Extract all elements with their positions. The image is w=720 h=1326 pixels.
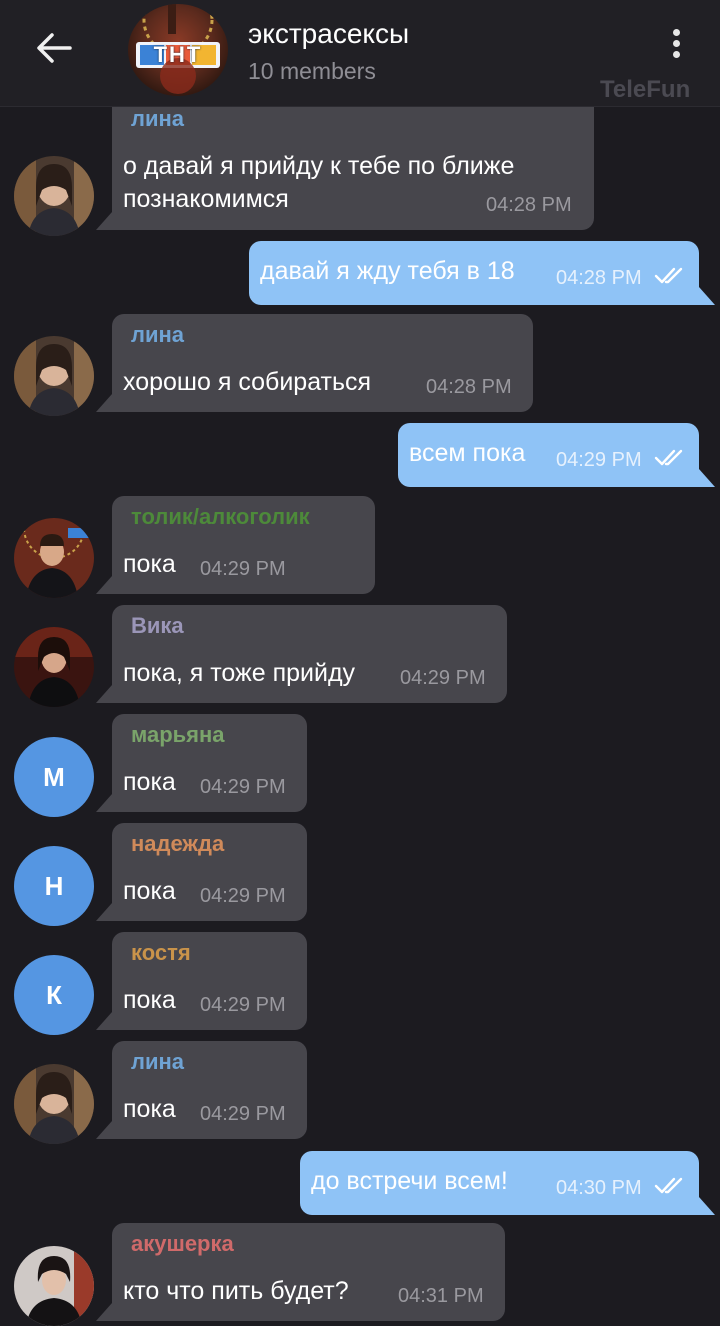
avatar-vika[interactable] <box>14 627 94 707</box>
message-bubble-incoming[interactable]: марьяна пока 04:29 PM <box>96 714 307 812</box>
more-options-icon[interactable] <box>664 26 688 66</box>
message-bubble-incoming[interactable]: толик/алкоголик пока 04:29 PM <box>96 496 375 594</box>
avatar-maryana[interactable]: М <box>14 737 94 817</box>
sender-name[interactable]: лина <box>131 1049 184 1075</box>
group-avatar[interactable]: ТНТ <box>128 4 228 96</box>
read-checkmark-icon <box>654 267 683 284</box>
message-text: пока <box>123 986 176 1014</box>
message-text: до встречи всем! <box>311 1167 508 1195</box>
sender-name[interactable]: лина <box>131 106 184 132</box>
message-time: 04:28 PM <box>486 194 572 216</box>
sender-name[interactable]: надежда <box>131 831 224 857</box>
members-count: 10 members <box>248 58 376 84</box>
sender-name[interactable]: костя <box>131 940 191 966</box>
message-time: 04:29 PM <box>400 667 486 689</box>
sender-name[interactable]: акушерка <box>131 1231 234 1257</box>
message-text: пока <box>123 1095 176 1123</box>
sender-name[interactable]: Вика <box>131 613 184 639</box>
message-text: пока <box>123 768 176 796</box>
sender-name[interactable]: марьяна <box>131 722 225 748</box>
message-time: 04:29 PM <box>200 885 286 907</box>
message-text-line: познакомимся <box>123 185 289 213</box>
message-text: давай я жду тебя в 18 <box>260 257 515 285</box>
sender-name[interactable]: толик/алкоголик <box>131 504 310 530</box>
message-time: 04:30 PM <box>556 1177 642 1199</box>
chat-header: ТНТ экстрасексы 10 members TeleFun <box>0 0 720 107</box>
avatar-lina[interactable] <box>14 1064 94 1144</box>
message-time: 04:29 PM <box>556 449 642 471</box>
sender-name[interactable]: лина <box>131 322 184 348</box>
message-time: 04:28 PM <box>556 267 642 289</box>
message-bubble-incoming[interactable]: лина хорошо я собираться 04:28 PM <box>96 314 533 412</box>
avatar-lina[interactable] <box>14 336 94 416</box>
message-text: всем пока <box>409 439 526 467</box>
message-time: 04:31 PM <box>398 1285 484 1307</box>
avatar-akusherka[interactable] <box>14 1246 94 1326</box>
message-time: 04:29 PM <box>200 776 286 798</box>
message-text-line: о давай я прийду к тебе по ближе <box>123 152 515 180</box>
message-text: пока, я тоже прийду <box>123 659 356 687</box>
message-bubble-incoming[interactable]: лина пока 04:29 PM <box>96 1041 307 1139</box>
message-time: 04:29 PM <box>200 994 286 1016</box>
message-bubble-incoming[interactable]: Вика пока, я тоже прийду 04:29 PM <box>96 605 507 703</box>
message-time: 04:29 PM <box>200 558 286 580</box>
message-text: пока <box>123 550 176 578</box>
chat-title[interactable]: экстрасексы <box>248 18 409 50</box>
back-arrow-icon[interactable] <box>30 30 78 66</box>
watermark: TeleFun <box>600 76 691 103</box>
message-text: о давай я прийду к тебе по ближе познако… <box>123 150 514 216</box>
read-checkmark-icon <box>654 449 683 466</box>
message-time: 04:28 PM <box>426 376 512 398</box>
message-text: пока <box>123 877 176 905</box>
message-text: хорошо я собираться <box>123 368 372 396</box>
avatar-kostya[interactable]: К <box>14 955 94 1035</box>
message-bubble-incoming[interactable]: костя пока 04:29 PM <box>96 932 307 1030</box>
message-bubble-incoming[interactable]: лина о давай я прийду к тебе по ближе по… <box>96 106 594 230</box>
message-time: 04:29 PM <box>200 1103 286 1125</box>
message-bubble-incoming[interactable]: акушерка кто что пить будет? 04:31 PM <box>96 1223 505 1321</box>
read-checkmark-icon <box>654 1177 683 1194</box>
avatar-lina[interactable] <box>14 156 94 236</box>
message-text: кто что пить будет? <box>123 1277 349 1305</box>
message-bubble-outgoing[interactable]: до встречи всем! 04:30 PM <box>300 1151 715 1215</box>
message-bubble-incoming[interactable]: надежда пока 04:29 PM <box>96 823 307 921</box>
message-bubble-outgoing[interactable]: всем пока 04:29 PM <box>398 423 715 487</box>
message-bubble-outgoing[interactable]: давай я жду тебя в 18 04:28 PM <box>249 241 715 305</box>
avatar-nadezhda[interactable]: Н <box>14 846 94 926</box>
group-logo-text: ТНТ <box>153 42 203 67</box>
avatar-tolik[interactable] <box>14 518 94 598</box>
